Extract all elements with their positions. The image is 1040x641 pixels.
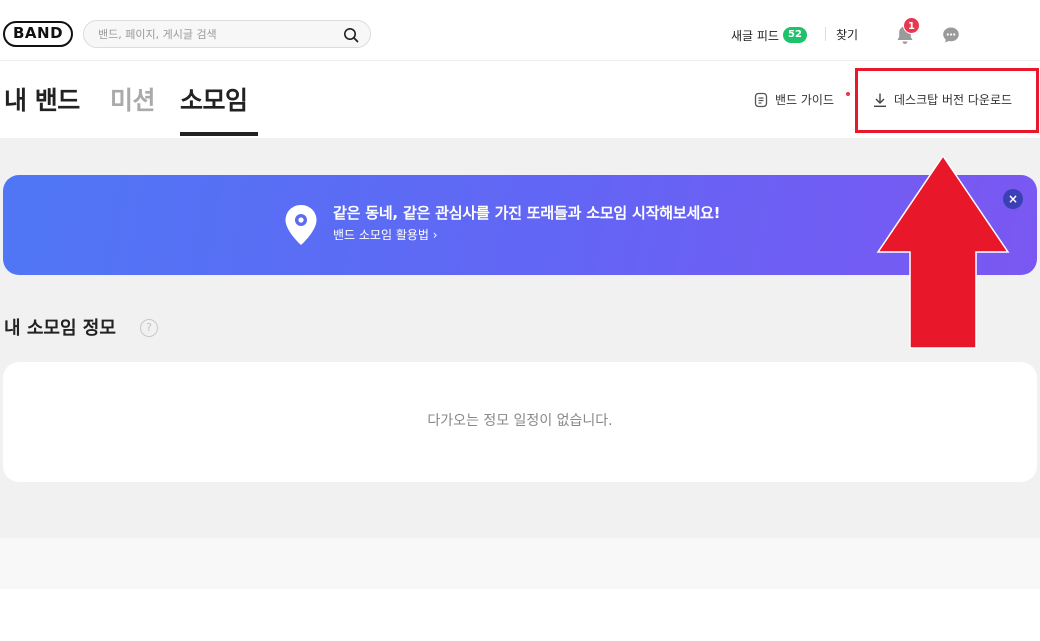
chat-icon[interactable] bbox=[941, 25, 961, 45]
document-icon bbox=[754, 92, 768, 108]
help-icon[interactable]: ? bbox=[140, 319, 158, 337]
feed-count-badge: 52 bbox=[782, 27, 807, 43]
bottom-strip bbox=[0, 538, 1040, 589]
banner-title: 같은 동네, 같은 관심사를 가진 또래들과 소모임 시작해보세요! bbox=[333, 204, 721, 222]
tab-somoim[interactable]: 소모임 bbox=[180, 84, 248, 118]
band-logo[interactable]: BAND bbox=[3, 21, 73, 47]
location-pin-icon bbox=[285, 205, 317, 245]
top-header: BAND 새글 피드 52 찾기 1 bbox=[0, 0, 1040, 61]
empty-message: 다가오는 정모 일정이 없습니다. bbox=[427, 413, 613, 429]
tab-mission[interactable]: 미션 bbox=[110, 84, 156, 118]
band-guide-button[interactable]: 밴드 가이드 bbox=[753, 91, 850, 109]
new-feed-link[interactable]: 새글 피드 52 bbox=[731, 25, 807, 45]
banner-guide-link[interactable]: 밴드 소모임 활용법 › bbox=[333, 226, 438, 244]
section-title: 내 소모임 정모 bbox=[4, 318, 116, 339]
tab-my-band[interactable]: 내 밴드 bbox=[4, 84, 80, 118]
annotation-arrow-icon bbox=[876, 154, 1010, 349]
header-divider bbox=[825, 27, 826, 41]
meetup-empty-card: 다가오는 정모 일정이 없습니다. bbox=[3, 362, 1037, 482]
new-dot bbox=[846, 92, 850, 96]
guide-label: 밴드 가이드 bbox=[775, 93, 835, 107]
search-icon[interactable] bbox=[342, 26, 360, 44]
active-tab-indicator bbox=[180, 132, 258, 136]
find-link[interactable]: 찾기 bbox=[836, 25, 858, 45]
annotation-highlight-box bbox=[855, 68, 1039, 133]
search-input[interactable] bbox=[98, 25, 338, 44]
search-bar[interactable] bbox=[83, 20, 371, 48]
notification-badge: 1 bbox=[903, 17, 920, 34]
feed-label: 새글 피드 bbox=[731, 28, 779, 43]
